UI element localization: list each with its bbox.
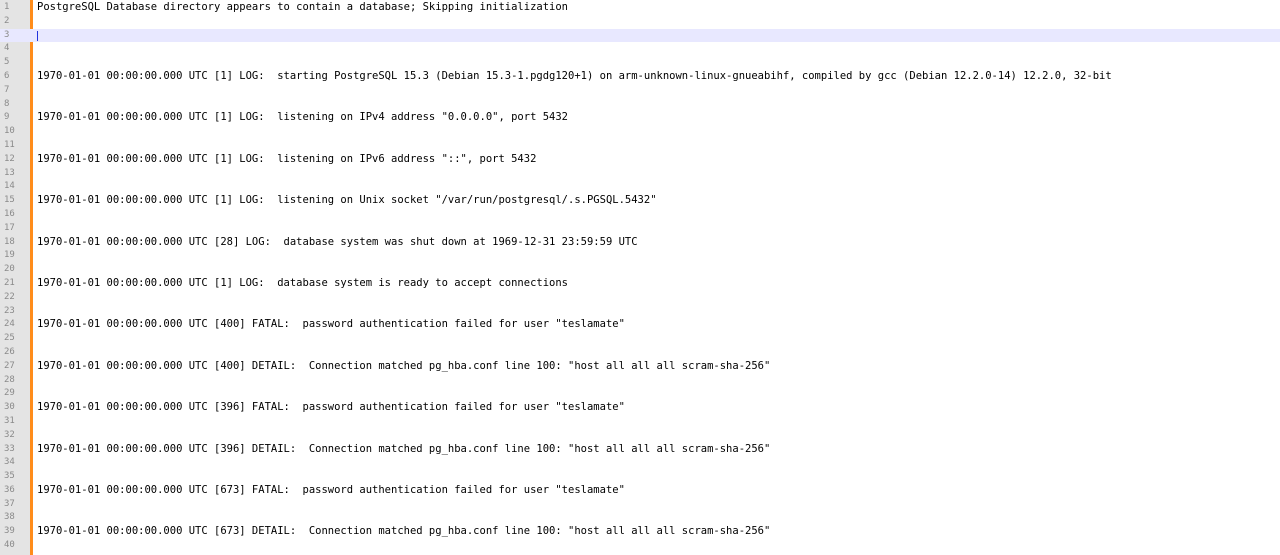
line-text[interactable]: 1970-01-01 00:00:00.000 UTC [1] LOG: lis… — [37, 111, 568, 125]
line-text[interactable]: 1970-01-01 00:00:00.000 UTC [1] LOG: sta… — [37, 70, 1112, 84]
line-text[interactable]: 1970-01-01 00:00:00.000 UTC [396] DETAIL… — [37, 443, 770, 457]
editor-line[interactable]: 21 1970-01-01 00:00:00.000 UTC [1] LOG: d… — [0, 277, 1280, 291]
line-number: 26 — [4, 346, 15, 357]
editor-line[interactable]: 38 — [0, 511, 1280, 525]
editor-line[interactable]: 36 1970-01-01 00:00:00.000 UTC [673] FATA… — [0, 484, 1280, 498]
editor-line[interactable]: 31 — [0, 415, 1280, 429]
editor-line[interactable]: 39 1970-01-01 00:00:00.000 UTC [673] DETA… — [0, 525, 1280, 539]
editor-line[interactable]: 28 — [0, 374, 1280, 388]
line-number: 7 — [4, 84, 10, 95]
editor-line[interactable]: 26 — [0, 346, 1280, 360]
line-number: 16 — [4, 208, 15, 219]
line-number: 35 — [4, 471, 15, 482]
line-number: 11 — [4, 139, 15, 150]
line-text[interactable]: 1970-01-01 00:00:00.000 UTC [28] LOG: da… — [37, 236, 638, 250]
line-number: 29 — [4, 388, 15, 399]
line-text[interactable]: 1970-01-01 00:00:00.000 UTC [400] DETAIL… — [37, 360, 770, 374]
line-text[interactable]: PostgreSQL Database directory appears to… — [37, 1, 568, 15]
editor-line[interactable]: 2 — [0, 15, 1280, 29]
editor-line[interactable]: 9 1970-01-01 00:00:00.000 UTC [1] LOG: li… — [0, 111, 1280, 125]
line-number: 15 — [4, 195, 15, 206]
editor-line-current[interactable]: 3 — [0, 28, 1280, 43]
line-number: 6 — [4, 70, 10, 81]
editor-line[interactable]: 24 1970-01-01 00:00:00.000 UTC [400] FATA… — [0, 318, 1280, 332]
line-number: 21 — [4, 277, 15, 288]
line-text[interactable]: 1970-01-01 00:00:00.000 UTC [396] FATAL:… — [37, 401, 625, 415]
line-number: 28 — [4, 374, 15, 385]
line-number: 19 — [4, 250, 15, 261]
editor-line[interactable]: 1 PostgreSQL Database directory appears t… — [0, 1, 1280, 15]
line-number: 18 — [4, 236, 15, 247]
line-number: 27 — [4, 360, 15, 371]
editor-line[interactable]: 5 — [0, 56, 1280, 70]
editor-line[interactable]: 23 — [0, 305, 1280, 319]
line-number: 17 — [4, 222, 15, 233]
text-editor[interactable]: 1 PostgreSQL Database directory appears t… — [0, 0, 1280, 555]
editor-line[interactable]: 18 1970-01-01 00:00:00.000 UTC [28] LOG: … — [0, 236, 1280, 250]
line-number: 12 — [4, 153, 15, 164]
line-number: 3 — [4, 29, 10, 40]
editor-line[interactable]: 11 — [0, 139, 1280, 153]
editor-line[interactable]: 4 — [0, 42, 1280, 56]
editor-line[interactable]: 25 — [0, 332, 1280, 346]
editor-line[interactable]: 13 — [0, 167, 1280, 181]
line-number: 38 — [4, 512, 15, 523]
editor-line[interactable]: 12 1970-01-01 00:00:00.000 UTC [1] LOG: l… — [0, 153, 1280, 167]
editor-line[interactable]: 37 — [0, 498, 1280, 512]
text-caret — [37, 30, 38, 41]
editor-line[interactable]: 34 — [0, 456, 1280, 470]
editor-line[interactable]: 10 — [0, 125, 1280, 139]
line-number: 14 — [4, 181, 15, 192]
editor-line[interactable]: 14 — [0, 180, 1280, 194]
line-number: 20 — [4, 264, 15, 275]
line-number: 39 — [4, 526, 15, 537]
editor-line[interactable]: 29 — [0, 387, 1280, 401]
editor-line[interactable]: 22 — [0, 291, 1280, 305]
editor-line[interactable]: 7 — [0, 84, 1280, 98]
line-text[interactable]: 1970-01-01 00:00:00.000 UTC [400] FATAL:… — [37, 318, 625, 332]
editor-line[interactable]: 33 1970-01-01 00:00:00.000 UTC [396] DETA… — [0, 443, 1280, 457]
line-text[interactable]: 1970-01-01 00:00:00.000 UTC [673] DETAIL… — [37, 525, 770, 539]
line-number: 9 — [4, 112, 10, 123]
line-number: 1 — [4, 2, 10, 12]
editor-line[interactable]: 20 — [0, 263, 1280, 277]
line-text[interactable]: 1970-01-01 00:00:00.000 UTC [1] LOG: lis… — [37, 194, 657, 208]
editor-line[interactable]: 40 — [0, 539, 1280, 553]
line-number: 33 — [4, 443, 15, 454]
line-number: 4 — [4, 43, 10, 54]
line-number: 22 — [4, 291, 15, 302]
line-number: 31 — [4, 415, 15, 426]
editor-line[interactable]: 30 1970-01-01 00:00:00.000 UTC [396] FATA… — [0, 401, 1280, 415]
line-number: 10 — [4, 126, 15, 137]
line-number: 32 — [4, 429, 15, 440]
line-number: 25 — [4, 333, 15, 344]
line-number: 23 — [4, 305, 15, 316]
editor-line[interactable]: 16 — [0, 208, 1280, 222]
line-number: 37 — [4, 498, 15, 509]
line-number: 34 — [4, 457, 15, 468]
editor-line[interactable]: 6 1970-01-01 00:00:00.000 UTC [1] LOG: st… — [0, 70, 1280, 84]
editor-line[interactable]: 17 — [0, 222, 1280, 236]
editor-line[interactable]: 15 1970-01-01 00:00:00.000 UTC [1] LOG: l… — [0, 194, 1280, 208]
line-number: 40 — [4, 540, 15, 551]
editor-line[interactable]: 8 — [0, 98, 1280, 112]
line-number: 24 — [4, 319, 15, 330]
editor-text-area[interactable]: 1 PostgreSQL Database directory appears t… — [0, 1, 1280, 553]
line-number: 2 — [4, 15, 10, 26]
line-number: 30 — [4, 402, 15, 413]
line-number: 8 — [4, 98, 10, 109]
line-text[interactable]: 1970-01-01 00:00:00.000 UTC [1] LOG: lis… — [37, 153, 536, 167]
line-text[interactable]: 1970-01-01 00:00:00.000 UTC [673] FATAL:… — [37, 484, 625, 498]
line-text[interactable]: 1970-01-01 00:00:00.000 UTC [1] LOG: dat… — [37, 277, 568, 291]
line-number: 5 — [4, 57, 10, 68]
editor-line[interactable]: 27 1970-01-01 00:00:00.000 UTC [400] DETA… — [0, 360, 1280, 374]
editor-line[interactable]: 35 — [0, 470, 1280, 484]
editor-line[interactable]: 19 — [0, 249, 1280, 263]
line-number: 36 — [4, 484, 15, 495]
editor-line[interactable]: 32 — [0, 429, 1280, 443]
line-number: 13 — [4, 167, 15, 178]
